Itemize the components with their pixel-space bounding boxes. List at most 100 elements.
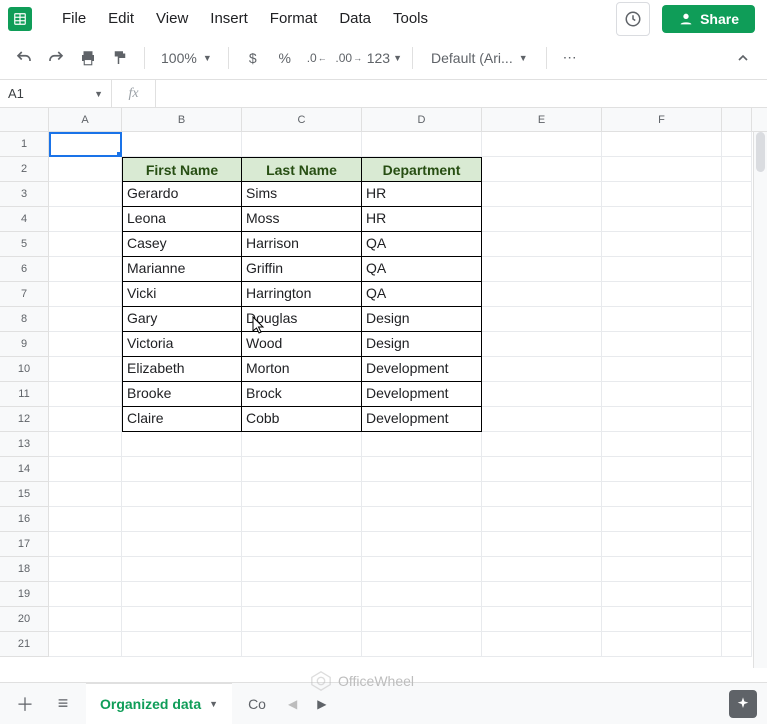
cell-G3[interactable]	[722, 182, 752, 207]
percent-button[interactable]: %	[271, 44, 299, 72]
cell-D19[interactable]	[362, 582, 482, 607]
cell-G8[interactable]	[722, 307, 752, 332]
cell-E7[interactable]	[482, 282, 602, 307]
redo-button[interactable]	[42, 44, 70, 72]
row-header-10[interactable]: 10	[0, 357, 48, 382]
cell-E13[interactable]	[482, 432, 602, 457]
cell-D13[interactable]	[362, 432, 482, 457]
cell-D7[interactable]: QA	[362, 282, 482, 307]
cell-C3[interactable]: Sims	[242, 182, 362, 207]
cell-B11[interactable]: Brooke	[122, 382, 242, 407]
cell-A3[interactable]	[49, 182, 122, 207]
menu-format[interactable]: Format	[260, 6, 328, 31]
cell-D14[interactable]	[362, 457, 482, 482]
cell-G18[interactable]	[722, 557, 752, 582]
row-header-8[interactable]: 8	[0, 307, 48, 332]
row-header-19[interactable]: 19	[0, 582, 48, 607]
row-header-3[interactable]: 3	[0, 182, 48, 207]
cell-D2[interactable]: Department	[362, 157, 482, 182]
cell-B20[interactable]	[122, 607, 242, 632]
cell-A14[interactable]	[49, 457, 122, 482]
cell-E9[interactable]	[482, 332, 602, 357]
cell-C6[interactable]: Griffin	[242, 257, 362, 282]
cell-F8[interactable]	[602, 307, 722, 332]
col-header-D[interactable]: D	[362, 108, 482, 131]
font-select[interactable]: Default (Ari... ▼	[423, 44, 536, 72]
col-header-A[interactable]: A	[49, 108, 122, 131]
cell-B5[interactable]: Casey	[122, 232, 242, 257]
currency-button[interactable]: $	[239, 44, 267, 72]
cell-C10[interactable]: Morton	[242, 357, 362, 382]
cell-C21[interactable]	[242, 632, 362, 657]
menu-insert[interactable]: Insert	[200, 6, 258, 31]
row-header-13[interactable]: 13	[0, 432, 48, 457]
cell-D21[interactable]	[362, 632, 482, 657]
add-sheet-button[interactable]: ＋	[10, 689, 40, 719]
cell-C13[interactable]	[242, 432, 362, 457]
cell-F16[interactable]	[602, 507, 722, 532]
cell-C5[interactable]: Harrison	[242, 232, 362, 257]
cell-D12[interactable]: Development	[362, 407, 482, 432]
cell-B10[interactable]: Elizabeth	[122, 357, 242, 382]
cell-B6[interactable]: Marianne	[122, 257, 242, 282]
cell-E17[interactable]	[482, 532, 602, 557]
cells-area[interactable]: First NameLast NameDepartmentGerardoSims…	[49, 132, 767, 668]
cell-B8[interactable]: Gary	[122, 307, 242, 332]
cell-B14[interactable]	[122, 457, 242, 482]
collapse-toolbar-button[interactable]	[729, 44, 757, 72]
cell-A2[interactable]	[49, 157, 122, 182]
sheet-tab-active[interactable]: Organized data ▼	[86, 683, 232, 724]
cell-F13[interactable]	[602, 432, 722, 457]
name-box[interactable]: A1 ▼	[0, 80, 112, 107]
cell-F3[interactable]	[602, 182, 722, 207]
tab-nav-left[interactable]: ◀	[282, 697, 303, 711]
share-button[interactable]: Share	[662, 5, 755, 33]
paint-format-button[interactable]	[106, 44, 134, 72]
sheet-tab-other[interactable]: Co	[240, 690, 274, 718]
cell-C20[interactable]	[242, 607, 362, 632]
zoom-select[interactable]: 100% ▼	[155, 44, 218, 72]
undo-button[interactable]	[10, 44, 38, 72]
cell-A20[interactable]	[49, 607, 122, 632]
row-header-18[interactable]: 18	[0, 557, 48, 582]
cell-C18[interactable]	[242, 557, 362, 582]
select-all-corner[interactable]	[0, 108, 49, 132]
cell-B13[interactable]	[122, 432, 242, 457]
scrollbar-thumb[interactable]	[756, 132, 765, 172]
cell-E5[interactable]	[482, 232, 602, 257]
cell-C17[interactable]	[242, 532, 362, 557]
cell-G2[interactable]	[722, 157, 752, 182]
row-header-12[interactable]: 12	[0, 407, 48, 432]
cell-C4[interactable]: Moss	[242, 207, 362, 232]
vertical-scrollbar[interactable]	[753, 132, 767, 668]
cell-B21[interactable]	[122, 632, 242, 657]
cell-E6[interactable]	[482, 257, 602, 282]
cell-F7[interactable]	[602, 282, 722, 307]
cell-E11[interactable]	[482, 382, 602, 407]
cell-D8[interactable]: Design	[362, 307, 482, 332]
cell-E1[interactable]	[482, 132, 602, 157]
cell-G15[interactable]	[722, 482, 752, 507]
cell-G6[interactable]	[722, 257, 752, 282]
row-header-11[interactable]: 11	[0, 382, 48, 407]
cell-F20[interactable]	[602, 607, 722, 632]
print-button[interactable]	[74, 44, 102, 72]
row-headers[interactable]: 123456789101112131415161718192021	[0, 132, 49, 657]
row-header-5[interactable]: 5	[0, 232, 48, 257]
cell-E21[interactable]	[482, 632, 602, 657]
cell-D4[interactable]: HR	[362, 207, 482, 232]
cell-B3[interactable]: Gerardo	[122, 182, 242, 207]
cell-G4[interactable]	[722, 207, 752, 232]
menu-tools[interactable]: Tools	[383, 6, 438, 31]
col-header-G[interactable]	[722, 108, 752, 131]
row-header-1[interactable]: 1	[0, 132, 48, 157]
cell-E8[interactable]	[482, 307, 602, 332]
cell-F21[interactable]	[602, 632, 722, 657]
cell-E12[interactable]	[482, 407, 602, 432]
cell-F9[interactable]	[602, 332, 722, 357]
cell-F17[interactable]	[602, 532, 722, 557]
cell-F12[interactable]	[602, 407, 722, 432]
cell-B19[interactable]	[122, 582, 242, 607]
cell-G1[interactable]	[722, 132, 752, 157]
cell-E2[interactable]	[482, 157, 602, 182]
